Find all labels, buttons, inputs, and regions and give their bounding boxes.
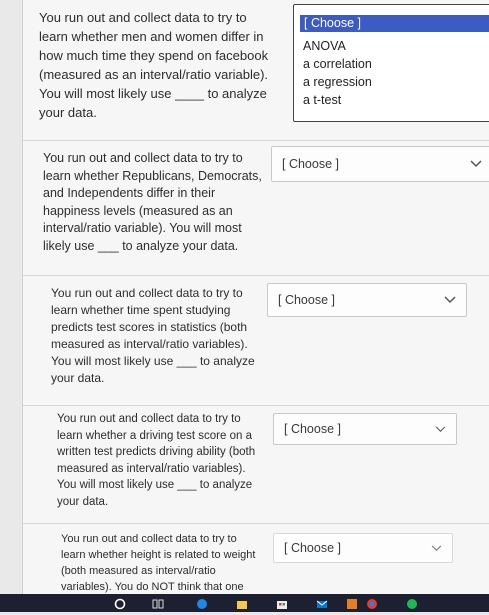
dropdown-option-correlation[interactable]: a correlation [294, 56, 489, 73]
store-icon[interactable] [276, 597, 288, 609]
edge-browser-icon[interactable] [196, 597, 208, 609]
start-circle-icon[interactable] [114, 597, 126, 610]
answer-select-4[interactable]: [ Choose ] [273, 413, 457, 445]
question-2: You run out and collect data to try to l… [23, 140, 489, 276]
spotify-icon[interactable] [406, 597, 418, 609]
question-3: You run out and collect data to try to l… [23, 275, 489, 406]
dropdown-option-t-test[interactable]: a t-test [294, 92, 489, 109]
mail-icon[interactable] [316, 597, 328, 609]
file-explorer-icon[interactable] [236, 597, 248, 609]
question-1-text: You run out and collect data to try to l… [39, 10, 269, 120]
answer-select-2[interactable]: [ Choose ] [271, 146, 489, 182]
dropdown-option-choose[interactable]: [ Choose ] [300, 15, 489, 32]
question-4: You run out and collect data to try to l… [23, 405, 489, 524]
select-label: [ Choose ] [278, 293, 335, 307]
select-label: [ Choose ] [284, 541, 341, 555]
quiz-page: You run out and collect data to try to l… [22, 0, 489, 594]
task-view-icon[interactable] [152, 597, 164, 609]
select-label: [ Choose ] [284, 422, 341, 436]
question-1: You run out and collect data to try to l… [23, 0, 489, 141]
chrome-icon[interactable] [366, 597, 378, 609]
chevron-down-icon [470, 157, 482, 171]
chevron-down-icon [435, 422, 446, 436]
answer-select-3[interactable]: [ Choose ] [267, 283, 467, 317]
chevron-down-icon [431, 541, 442, 555]
answer-dropdown-1-open[interactable]: [ Choose ] ANOVA a correlation a regress… [293, 4, 489, 122]
select-label: [ Choose ] [282, 157, 339, 171]
question-2-text: You run out and collect data to try to l… [43, 151, 262, 253]
dropdown-option-regression[interactable]: a regression [294, 74, 489, 91]
question-5: You run out and collect data to try to l… [23, 523, 489, 594]
question-5-text: You run out and collect data to try to l… [61, 533, 256, 593]
dropdown-option-anova[interactable]: ANOVA [294, 38, 489, 55]
chevron-down-icon [444, 293, 456, 307]
answer-select-5[interactable]: [ Choose ] [273, 533, 453, 563]
question-4-text: You run out and collect data to try to l… [57, 413, 256, 508]
app-icon[interactable] [346, 597, 358, 609]
taskbar [0, 594, 489, 612]
question-3-text: You run out and collect data to try to l… [51, 286, 255, 385]
